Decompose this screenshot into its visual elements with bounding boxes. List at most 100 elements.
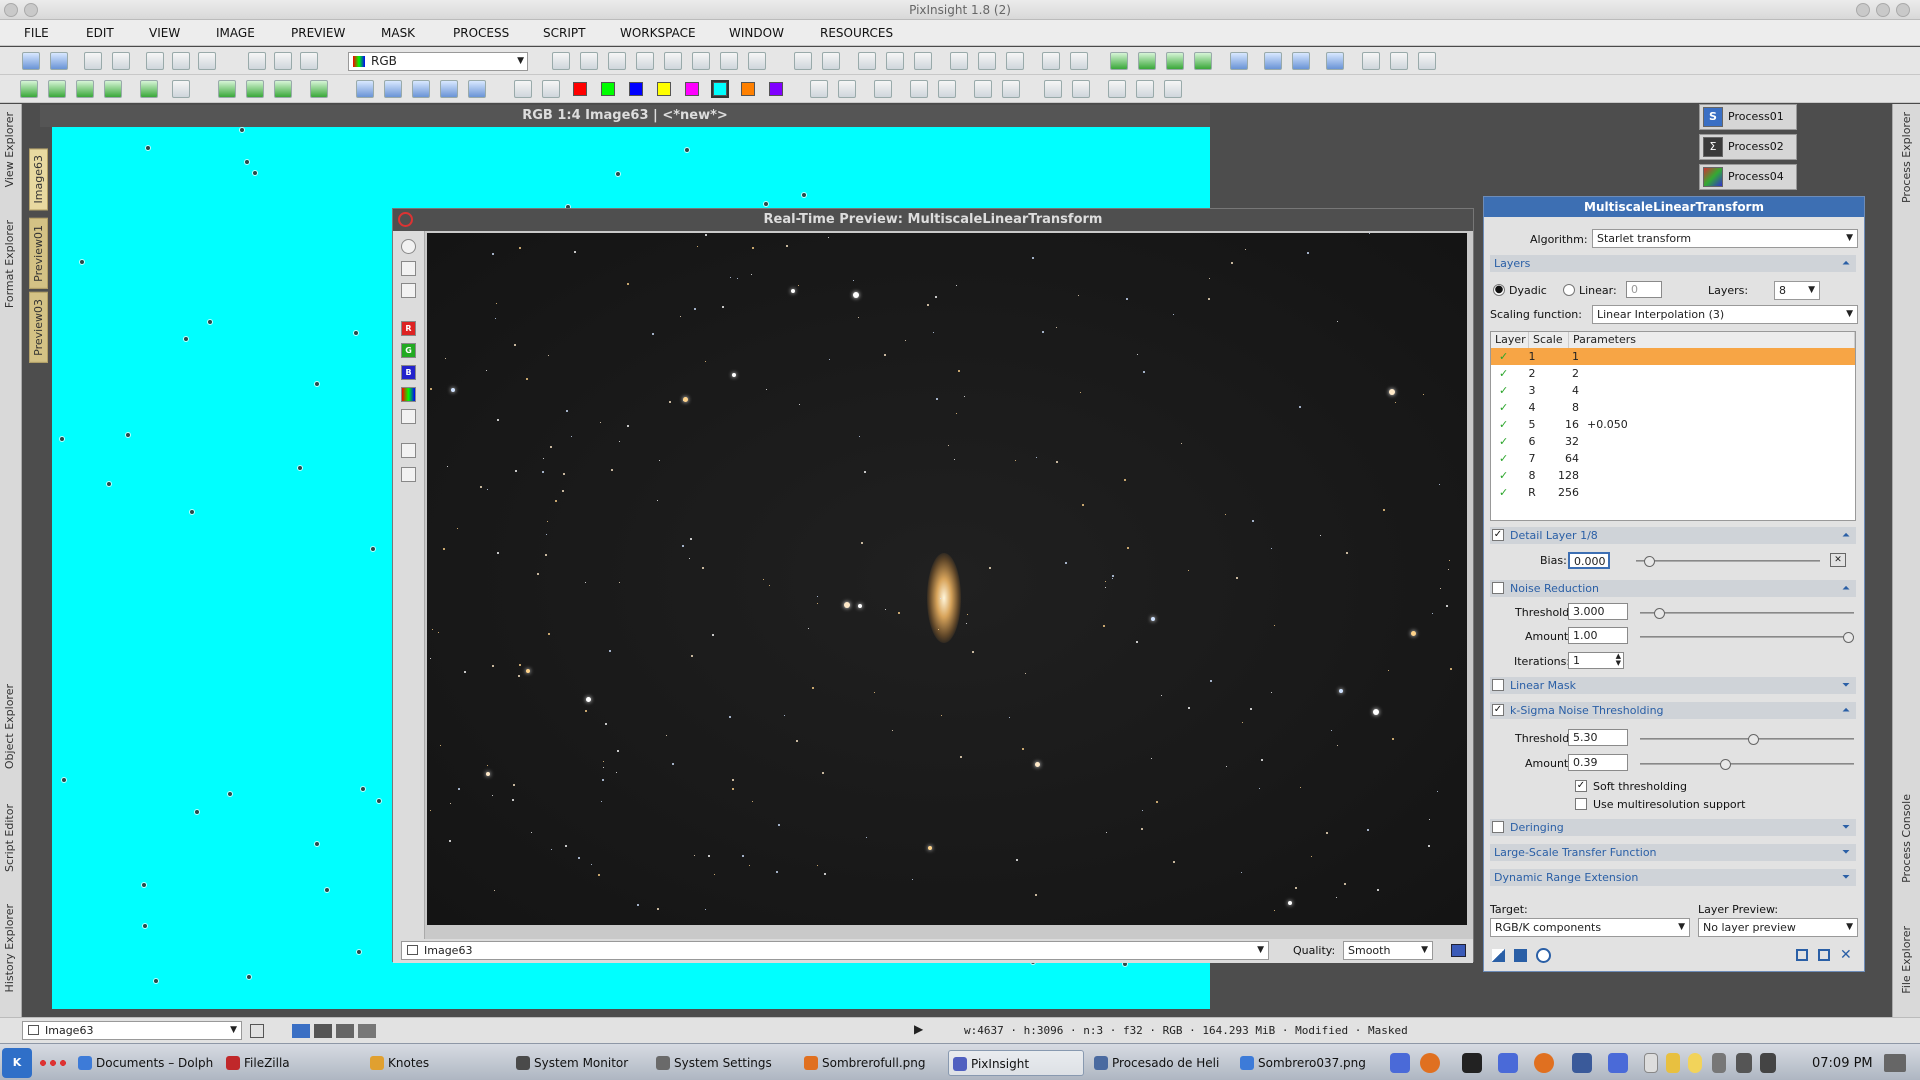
new-instance-icon[interactable] xyxy=(1492,949,1505,962)
screen-icon-2[interactable] xyxy=(838,80,856,98)
taskbar-item[interactable]: Sombrerofull.png xyxy=(800,1050,940,1076)
ks-amount-input[interactable]: 0.39 xyxy=(1568,754,1628,771)
mlt-dialog[interactable]: MultiscaleLinearTransform Algorithm: Sta… xyxy=(1483,196,1865,972)
section-lstf[interactable]: Large-Scale Transfer Function ⏷ xyxy=(1490,844,1856,861)
window-tile-icon[interactable] xyxy=(1042,52,1060,70)
screen-icon-8[interactable] xyxy=(1044,80,1062,98)
app-menu-icon[interactable] xyxy=(4,3,18,17)
process-icon-7[interactable] xyxy=(1292,52,1310,70)
scaling-select[interactable]: Linear Interpolation (3) ▼ xyxy=(1592,305,1858,324)
color-mode-select[interactable]: RGB ▼ xyxy=(348,52,528,71)
tray-icon-3[interactable] xyxy=(1572,1053,1592,1073)
menu-window[interactable]: WINDOW xyxy=(729,20,784,46)
preview-icon-1[interactable] xyxy=(20,80,38,98)
check-icon[interactable]: ✓ xyxy=(1499,433,1508,450)
process-icon-4[interactable] xyxy=(1194,52,1212,70)
circle-icon[interactable] xyxy=(401,239,416,254)
save-icon[interactable] xyxy=(112,52,130,70)
ks-threshold-input[interactable]: 5.30 xyxy=(1568,729,1628,746)
reset-bias-icon[interactable]: ✕ xyxy=(1830,553,1846,567)
layer-row[interactable]: ✓ 8 128 xyxy=(1491,467,1855,484)
process-icon-5[interactable] xyxy=(1230,52,1248,70)
tab-preview01[interactable]: Preview01 xyxy=(29,218,48,289)
maximize-button[interactable] xyxy=(1876,3,1890,17)
section-dre[interactable]: Dynamic Range Extension ⏷ xyxy=(1490,869,1856,886)
crosshair-icon[interactable] xyxy=(552,52,570,70)
menu-preview[interactable]: PREVIEW xyxy=(291,20,345,46)
noise-reduction-checkbox[interactable] xyxy=(1492,582,1504,594)
menu-process[interactable]: PROCESS xyxy=(453,20,509,46)
preview-view-select[interactable]: Image63 ▼ xyxy=(401,941,1269,960)
tab-object-explorer[interactable]: Object Explorer xyxy=(3,684,16,769)
window-2-icon[interactable] xyxy=(401,283,416,298)
redo-icon[interactable] xyxy=(50,52,68,70)
preview-options-icon[interactable] xyxy=(1451,944,1466,957)
preview-icon-5[interactable] xyxy=(140,80,158,98)
soft-thresholding-checkbox[interactable]: ✓ xyxy=(1575,780,1587,792)
layer-row[interactable]: ✓ 7 64 xyxy=(1491,450,1855,467)
process-icon-3[interactable] xyxy=(1166,52,1184,70)
window-icon[interactable] xyxy=(401,261,416,276)
screen-icon-6[interactable] xyxy=(974,80,992,98)
cyan-swatch[interactable] xyxy=(711,80,729,98)
firefox-icon[interactable] xyxy=(1420,1053,1440,1073)
linear-input[interactable]: 0 xyxy=(1626,281,1662,298)
menu-script[interactable]: SCRIPT xyxy=(543,20,585,46)
layer-row[interactable]: ✓ 6 32 xyxy=(1491,433,1855,450)
layer-row[interactable]: ✓ R 256 xyxy=(1491,484,1855,501)
duplicate-icon[interactable] xyxy=(198,52,216,70)
screen-icon-11[interactable] xyxy=(1136,80,1154,98)
tab-image63[interactable]: Image63 xyxy=(29,148,48,211)
algorithm-select[interactable]: Starlet transform ▼ xyxy=(1592,229,1858,248)
channel-icon[interactable] xyxy=(514,80,532,98)
red-channel-icon[interactable]: R xyxy=(401,321,416,336)
check-icon[interactable]: ✓ xyxy=(1499,399,1508,416)
process-icon-2[interactable] xyxy=(1138,52,1156,70)
pin-icon[interactable] xyxy=(24,3,38,17)
view-mode-icon[interactable] xyxy=(250,1024,264,1038)
bluetooth-icon[interactable] xyxy=(1712,1053,1726,1073)
open-icon[interactable] xyxy=(84,52,102,70)
check-icon[interactable]: ✓ xyxy=(1499,365,1508,382)
process-icon-process04[interactable]: Process04 xyxy=(1699,164,1797,190)
screen-icon-10[interactable] xyxy=(1108,80,1126,98)
ks-amount-slider[interactable] xyxy=(1640,759,1854,770)
detail-layer-checkbox[interactable]: ✓ xyxy=(1492,529,1504,541)
check-icon[interactable]: ✓ xyxy=(1499,416,1508,433)
check-icon[interactable]: ✓ xyxy=(1499,348,1508,365)
layer-row[interactable]: ✓ 1 1 xyxy=(1491,348,1855,365)
menu-image[interactable]: IMAGE xyxy=(216,20,255,46)
screen-icon-9[interactable] xyxy=(1072,80,1090,98)
view-selector[interactable]: Image63 ▼ xyxy=(22,1021,242,1040)
volume-icon[interactable] xyxy=(1736,1053,1752,1073)
process-icon-process02[interactable]: Σ Process02 xyxy=(1699,134,1797,160)
ks-threshold-knob[interactable] xyxy=(1748,734,1759,745)
alpha-channel-icon[interactable] xyxy=(401,409,416,424)
undo-icon[interactable] xyxy=(22,52,40,70)
process-icon-6[interactable] xyxy=(1264,52,1282,70)
rotate-left-icon[interactable] xyxy=(356,80,374,98)
ks-threshold-slider[interactable] xyxy=(1640,734,1854,745)
screen-icon-4[interactable] xyxy=(910,80,928,98)
bulb-icon[interactable] xyxy=(1688,1053,1702,1073)
invert-mask-icon[interactable] xyxy=(274,52,292,70)
rotate-right-icon[interactable] xyxy=(384,80,402,98)
preview-icon-2[interactable] xyxy=(48,80,66,98)
window-cascade-icon[interactable] xyxy=(1070,52,1088,70)
zoom-mode-icon-3[interactable] xyxy=(336,1024,354,1038)
tab-script-editor[interactable]: Script Editor xyxy=(3,804,16,872)
section-deringing[interactable]: Deringing ⏷ xyxy=(1490,819,1856,836)
zoom-fit-icon[interactable] xyxy=(886,52,904,70)
expand-icon[interactable] xyxy=(608,52,626,70)
geometry-icon-4[interactable] xyxy=(310,80,328,98)
taskbar-item[interactable]: Knotes xyxy=(366,1050,504,1076)
clock[interactable]: 07:09 PM xyxy=(1812,1056,1873,1071)
realtime-preview-icon[interactable] xyxy=(1536,948,1551,963)
layer-row[interactable]: ✓ 5 16 +0.050 xyxy=(1491,416,1855,433)
layer-row[interactable]: ✓ 3 4 xyxy=(1491,382,1855,399)
close-icon[interactable] xyxy=(398,212,413,227)
geometry-icon-1[interactable] xyxy=(218,80,236,98)
tab-process-console[interactable]: Process Console xyxy=(1900,794,1913,883)
orange-swatch[interactable] xyxy=(741,82,755,96)
use-multires-checkbox[interactable] xyxy=(1575,798,1587,810)
